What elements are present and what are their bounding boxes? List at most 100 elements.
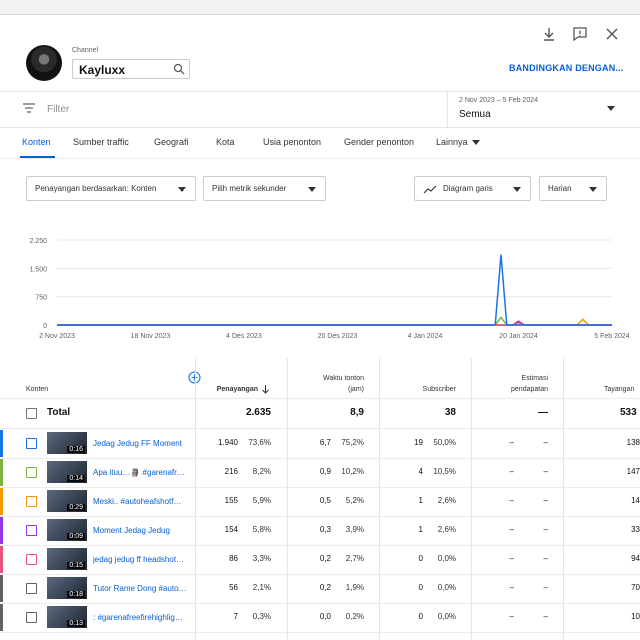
close-icon[interactable] [603,25,621,43]
row-revenue: – [509,496,514,505]
header-subscribers[interactable]: Subscriber [392,385,456,395]
row-views-pct: 0,3% [252,612,271,621]
video-thumbnail[interactable]: 0:18 [47,577,87,599]
feedback-icon[interactable] [571,25,589,43]
tab-konten[interactable]: Konten [22,137,51,147]
channel-name: Kayluxx [79,63,126,77]
divider [0,428,640,429]
row-watch-time: 0,2 [319,583,331,592]
channel-label: Channel [72,47,99,54]
video-title-link[interactable]: jedag jedug ff headshot… [93,555,184,564]
row-revenue: – [509,438,514,447]
total-revenue: — [538,407,548,418]
date-selector[interactable]: Semua [459,109,491,120]
header-views[interactable]: Penayangan [206,385,258,395]
tab-lainnya[interactable]: Lainnya [436,137,468,147]
row-checkbox[interactable] [26,496,37,507]
video-title-link[interactable]: : #garenafreefirehighlig… [93,613,183,622]
video-title-link[interactable]: Apa ituu…🗿 #garenafr… [93,468,185,477]
row-revenue: – [509,583,514,592]
compare-button[interactable]: BANDINGKAN DENGAN... [509,63,624,73]
header-watch-time-unit: (jam) [348,386,364,393]
divider [0,91,640,92]
video-thumbnail[interactable]: 0:13 [47,606,87,628]
divider [0,127,640,128]
y-tick-label: 2.250 [29,238,47,245]
tab-kota[interactable]: Kota [216,137,235,147]
tab-sumber-traffic[interactable]: Sumber traffic [73,137,129,147]
video-title-link[interactable]: Tutor Rame Dong #auto… [93,584,187,593]
divider [287,358,288,640]
video-duration: 0:13 [67,620,85,627]
row-views: 154 [224,525,238,534]
row-revenue: – [509,467,514,476]
search-icon[interactable] [173,63,185,75]
row-checkbox[interactable] [26,467,37,478]
row-views: 7 [233,612,238,621]
series-color-bar [0,459,3,486]
row-watch-pct: 0,2% [345,612,364,621]
video-thumbnail[interactable]: 0:14 [47,461,87,483]
row-views-pct: 5,9% [252,496,271,505]
video-title-link[interactable]: Jedag Jedug FF Moment [93,439,182,448]
tab-usia-penonton[interactable]: Usia penonton [263,137,321,147]
channel-selector[interactable]: Kayluxx [72,59,190,79]
video-thumbnail[interactable]: 0:15 [47,548,87,570]
line-chart-icon [423,185,437,194]
header-impressions[interactable]: Tayangan [604,385,634,395]
sort-down-icon[interactable] [261,384,270,394]
x-tick-label: 20 Jan 2024 [499,333,538,340]
interval-label: Harian [548,184,572,193]
chevron-down-icon[interactable] [607,106,615,111]
row-checkbox[interactable] [26,612,37,623]
row-revenue-pct: – [543,583,548,592]
video-title-link[interactable]: Moment Jedag Jedug [93,526,170,535]
chart-type-label: Diagram garis [443,184,493,193]
chart-type-dropdown[interactable]: Diagram garis [414,176,531,201]
video-thumbnail[interactable]: 0:29 [47,490,87,512]
total-checkbox[interactable] [26,408,37,419]
header-revenue[interactable]: Estimasi [480,374,548,384]
filter-input[interactable]: Filter [47,104,69,115]
video-thumbnail[interactable]: 0:09 [47,519,87,541]
tab-gender-penonton[interactable]: Gender penonton [344,137,414,147]
header-revenue-sub: pendapatan [511,386,548,393]
channel-avatar [26,45,62,81]
divider [447,91,448,127]
filter-icon[interactable] [22,102,36,114]
row-watch-time: 0,2 [319,554,331,563]
secondary-metric-label: Pilih metrik sekunder [212,184,287,193]
divider [471,358,472,640]
row-checkbox[interactable] [26,554,37,565]
interval-dropdown[interactable]: Harian [539,176,607,201]
video-duration: 0:16 [67,446,85,453]
chevron-down-icon [513,187,521,192]
header-watch-time[interactable]: Waktu tonton [300,374,364,384]
secondary-metric-dropdown[interactable]: Pilih metrik sekunder [203,176,326,201]
row-watch-pct: 10,2% [341,467,364,476]
y-tick-label: 0 [43,323,47,330]
row-subs-pct: 0,0% [437,554,456,563]
row-checkbox[interactable] [26,583,37,594]
download-icon[interactable] [540,25,558,43]
views-by-dropdown[interactable]: Penayangan berdasarkan: Konten [26,176,196,201]
chevron-down-icon [178,187,186,192]
row-watch-time: 0,5 [319,496,331,505]
row-checkbox[interactable] [26,525,37,536]
tab-geografi[interactable]: Geografi [154,137,189,147]
divider [0,603,640,604]
analytics-panel: Channel Kayluxx BANDINGKAN DENGAN... Fil… [0,14,640,640]
video-title-link[interactable]: Meski.. #autoheafshotf… [93,497,182,506]
row-views-pct: 73,6% [248,438,271,447]
divider [0,158,640,159]
row-subscribers: 19 [414,438,423,447]
row-views: 86 [229,554,238,563]
row-watch-time: 0,3 [319,525,331,534]
row-checkbox[interactable] [26,438,37,449]
divider [0,398,640,399]
header-content[interactable]: Konten [26,385,48,395]
chevron-down-icon[interactable] [472,140,480,145]
row-revenue-pct: – [543,612,548,621]
video-thumbnail[interactable]: 0:16 [47,432,87,454]
row-revenue: – [509,554,514,563]
